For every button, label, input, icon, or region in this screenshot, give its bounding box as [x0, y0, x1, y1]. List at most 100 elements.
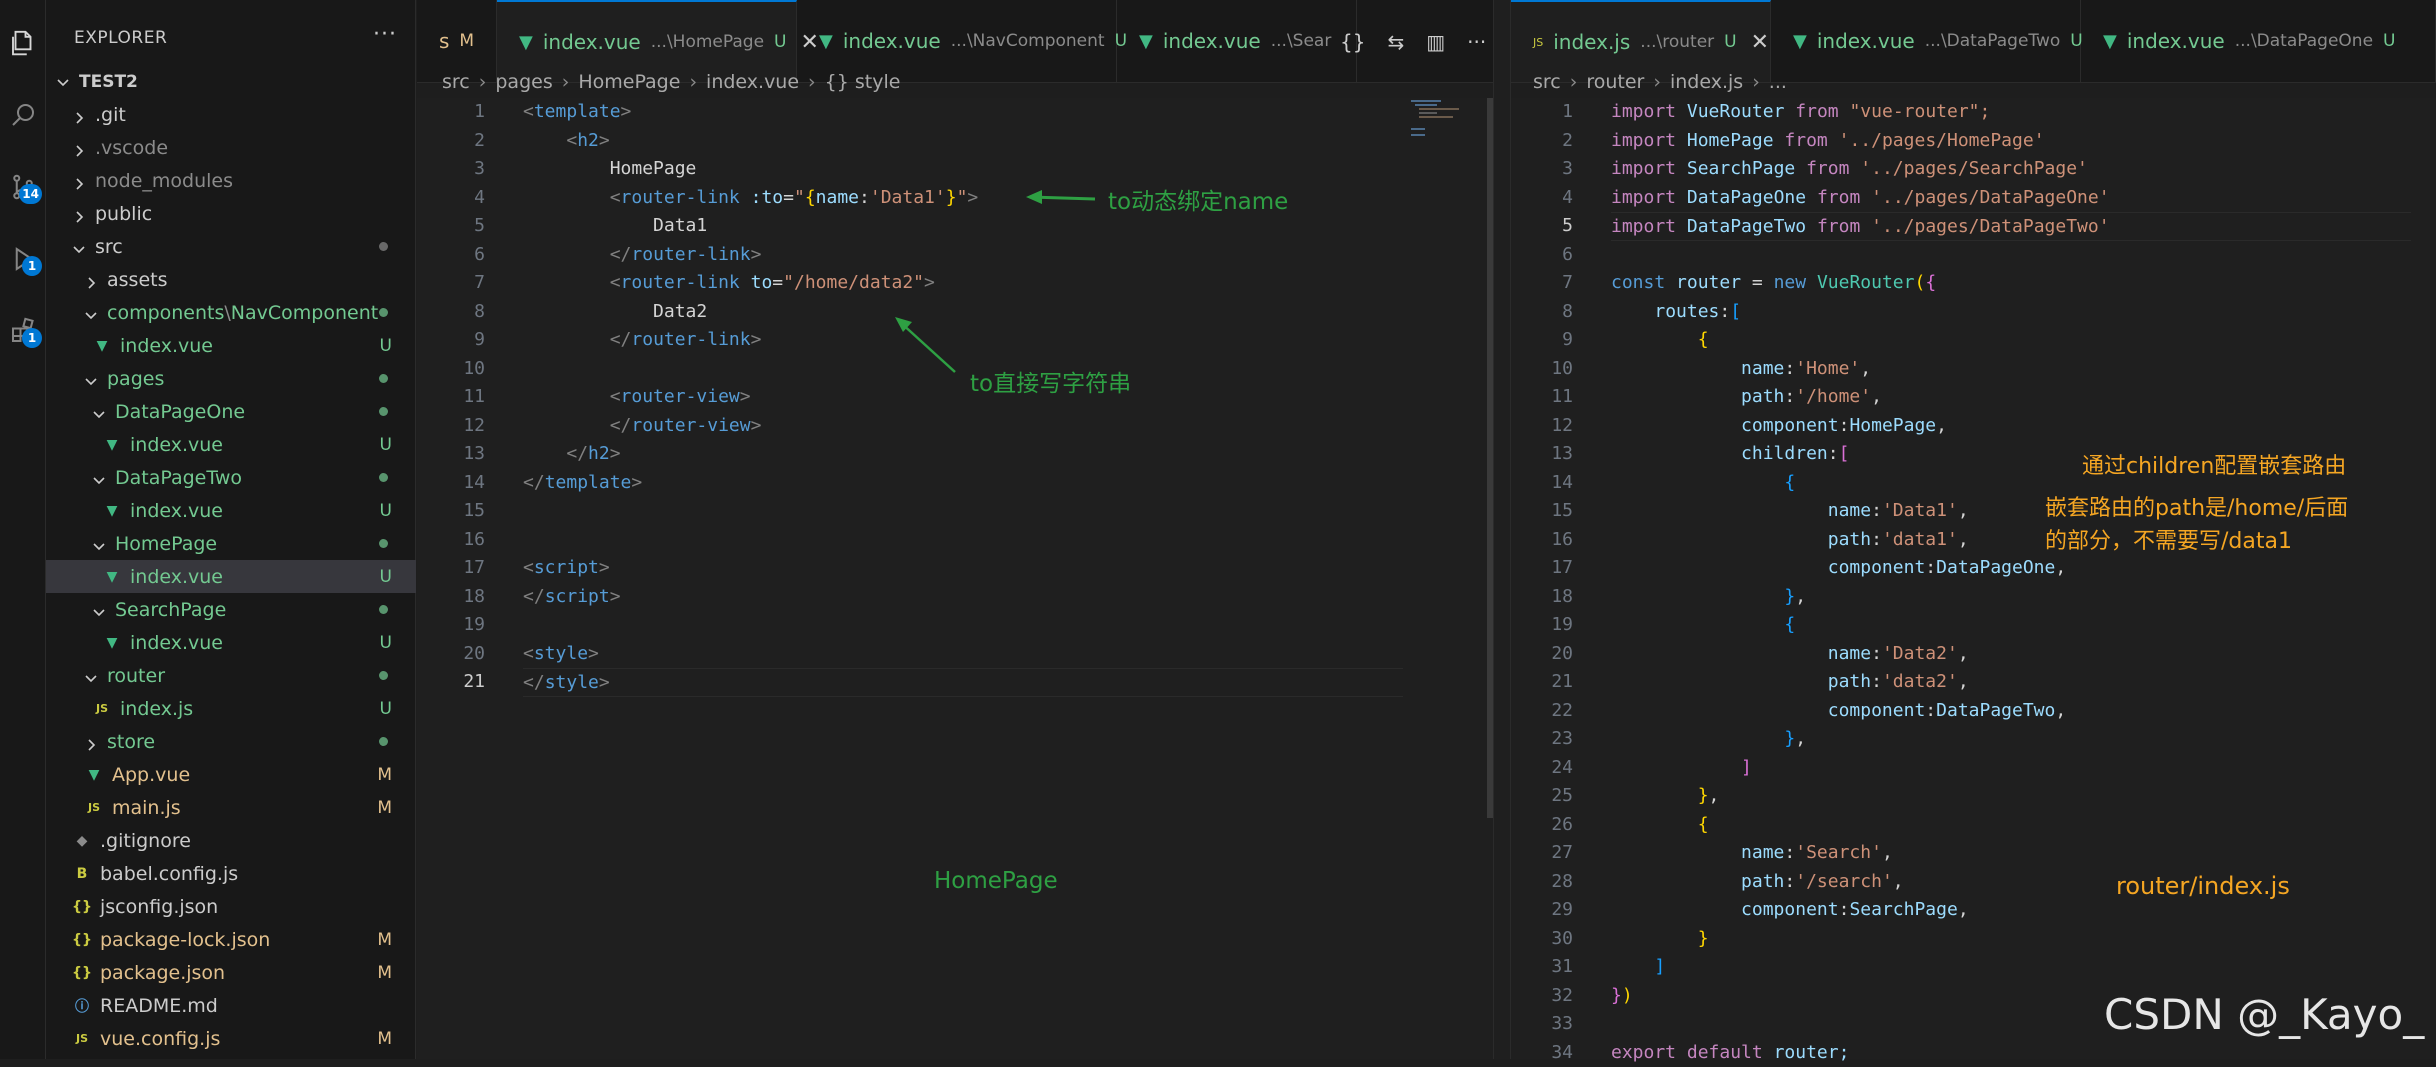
line-number: 2 [417, 127, 485, 156]
import-name: DataPageTwo [1687, 216, 1806, 237]
chevron-right-icon [72, 108, 86, 122]
code-token: path [1741, 871, 1784, 892]
breadcrumb-item[interactable]: router [1586, 71, 1644, 93]
code-token: import [1611, 216, 1676, 237]
file-item[interactable]: {}package.jsonM [46, 956, 416, 989]
chevron-right-icon [72, 174, 86, 188]
line-number: 3 [417, 155, 485, 184]
folder-item[interactable]: components \ NavComponent [46, 296, 416, 329]
line-number: 14 [1511, 469, 1573, 498]
folder-item[interactable]: .vscode [46, 131, 416, 164]
breadcrumb-item[interactable]: index.js [1670, 71, 1743, 93]
chevron-right-icon [84, 273, 98, 287]
folder-item[interactable]: HomePage [46, 527, 416, 560]
run-debug-icon[interactable]: 1 [0, 236, 46, 282]
code-token: from [1817, 216, 1860, 237]
more-icon[interactable]: ··· [1467, 30, 1486, 54]
folder-item[interactable]: DataPageTwo [46, 461, 416, 494]
file-item[interactable]: JSmain.jsM [46, 791, 416, 824]
breadcrumb-item[interactable]: src [442, 71, 470, 93]
file-item[interactable]: ▼index.vueU [46, 428, 416, 461]
file-item[interactable]: JSvue.config.jsM [46, 1022, 416, 1055]
code-token [1665, 272, 1676, 293]
code-token: 'Home' [1795, 358, 1860, 379]
tree-item-label: SearchPage [115, 599, 226, 621]
right-editor-pane[interactable]: 1234567891011121314151617181920212223242… [1511, 98, 2436, 1059]
line-number: 13 [1511, 440, 1573, 469]
folder-item[interactable]: DataPageOne [46, 395, 416, 428]
file-item[interactable]: ◆.gitignore [46, 824, 416, 857]
editor-tab[interactable]: ▼index.vue...\DataPageTwoU [1771, 0, 2081, 82]
compare-icon[interactable]: ⇆ [1387, 30, 1404, 54]
left-editor-pane[interactable]: 123456789101112131415161718192021 <templ… [417, 98, 1493, 1059]
breadcrumb-item[interactable]: ... [1769, 71, 1787, 93]
search-icon[interactable] [0, 92, 46, 138]
import-path: '../pages/SearchPage' [1860, 158, 2088, 179]
folder-item[interactable]: public [46, 197, 416, 230]
folder-item[interactable]: pages [46, 362, 416, 395]
code-token: path [1828, 671, 1871, 692]
git-status-dot [379, 671, 388, 680]
code-token [1806, 187, 1817, 208]
code-token: '/search' [1795, 871, 1893, 892]
editor-tab[interactable]: ▼index.vue...\Sear [1117, 0, 1357, 82]
tab-description: ...\router [1640, 32, 1714, 52]
workspace-root[interactable]: TEST2 [46, 65, 416, 98]
file-item[interactable]: ▼index.vueU [46, 626, 416, 659]
braces-icon[interactable]: {} [1340, 30, 1365, 54]
line-number: 18 [417, 583, 485, 612]
file-item[interactable]: ▼index.vueU [46, 329, 416, 362]
tag-router-link-close-2: router-link [631, 329, 750, 350]
code-line: children:[ [1611, 440, 1849, 469]
code-token: HomePage [1849, 415, 1936, 436]
breadcrumb-item[interactable]: index.vue [706, 71, 799, 93]
extensions-icon[interactable]: 1 [0, 308, 46, 354]
line-number: 23 [1511, 725, 1573, 754]
tree-item-label: pages [107, 368, 164, 390]
file-item[interactable]: {}jsconfig.json [46, 890, 416, 923]
line-number: 7 [417, 269, 485, 298]
folder-item[interactable]: store [46, 725, 416, 758]
code-token: } [1698, 928, 1709, 949]
minimap[interactable] [1407, 98, 1457, 158]
file-item[interactable]: ▼index.vueU [46, 494, 416, 527]
breadcrumb-item[interactable]: {} style [825, 71, 901, 93]
file-item[interactable]: ⓘREADME.md [46, 989, 416, 1022]
chevron-right-icon [72, 141, 86, 155]
code-token: : [1839, 899, 1850, 920]
folder-item[interactable]: node_modules [46, 164, 416, 197]
folder-item[interactable]: SearchPage [46, 593, 416, 626]
breadcrumb-item[interactable]: HomePage [578, 71, 680, 93]
split-editor-icon[interactable]: ▥ [1426, 30, 1445, 54]
code-line: name:'Home', [1611, 355, 1871, 384]
file-item[interactable]: JSindex.jsU [46, 692, 416, 725]
folder-item[interactable]: assets [46, 263, 416, 296]
json-file-icon: {} [72, 899, 92, 915]
code-token: , [1860, 358, 1871, 379]
code-line: }, [1611, 583, 1806, 612]
line-number: 5 [417, 212, 485, 241]
chevron-down-icon [92, 471, 106, 485]
file-item[interactable]: ▼App.vueM [46, 758, 416, 791]
editor-tab[interactable]: ▼index.vue...\DataPageOneU [2081, 0, 2436, 82]
code-token [1784, 101, 1795, 122]
code-token: export [1611, 1042, 1676, 1063]
folder-item[interactable]: .git [46, 98, 416, 131]
file-item[interactable]: {}package-lock.jsonM [46, 923, 416, 956]
code-token: VueRouter [1817, 272, 1915, 293]
more-actions-icon[interactable]: ··· [373, 22, 397, 47]
line-number: 17 [1511, 554, 1573, 583]
file-item[interactable]: ▼index.vueU [46, 560, 416, 593]
folder-item[interactable]: router [46, 659, 416, 692]
code-line: path:'/home', [1611, 383, 1882, 412]
explorer-icon[interactable] [0, 20, 46, 66]
folder-item[interactable]: src [46, 230, 416, 263]
file-item[interactable]: Bbabel.config.js [46, 857, 416, 890]
editor-split-divider[interactable] [1493, 0, 1511, 1059]
source-control-icon[interactable]: 14 [0, 164, 46, 210]
close-icon[interactable]: ✕ [1751, 30, 1769, 55]
code-token: 'Data1' [1882, 500, 1958, 521]
git-status-badge: M [377, 798, 392, 818]
breadcrumb-item[interactable]: pages [495, 71, 552, 93]
breadcrumb-item[interactable]: src [1533, 71, 1561, 93]
